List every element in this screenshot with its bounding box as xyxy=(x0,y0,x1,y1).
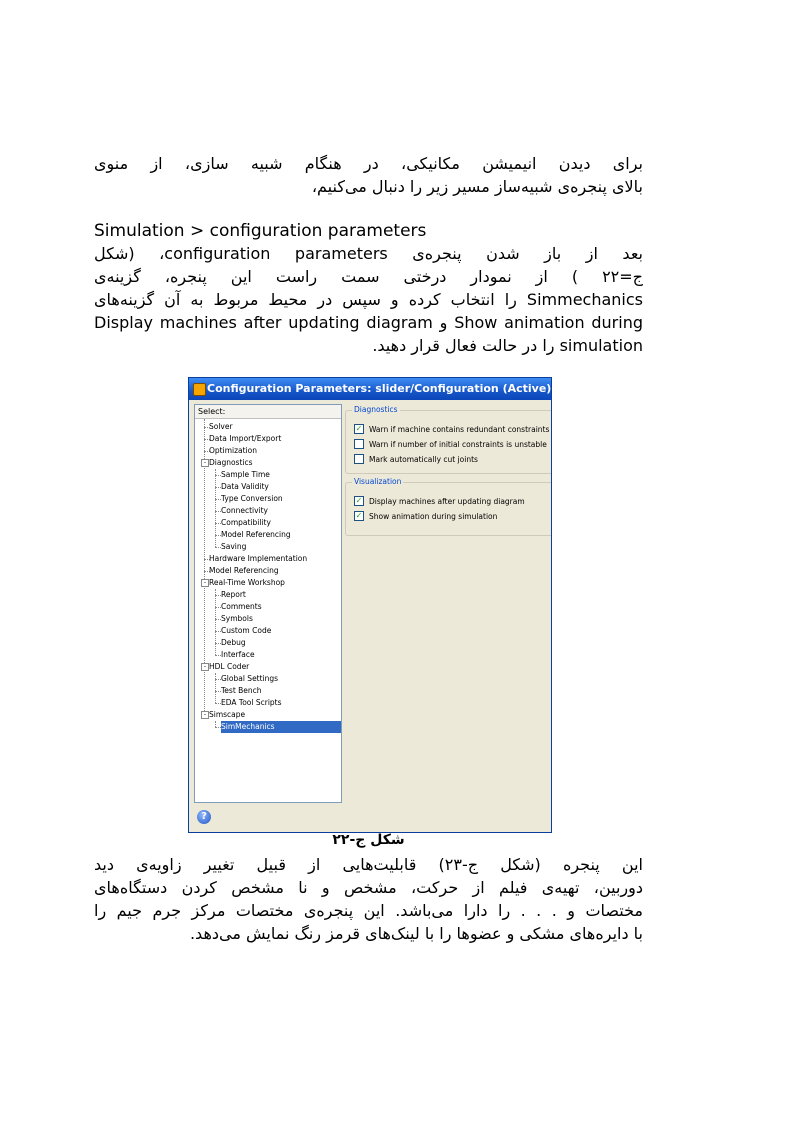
paragraph-line: این پنجره (شکل ج-۲۳) قابلیت‌هایی از قبیل… xyxy=(94,855,643,874)
tree-item-comments[interactable]: Comments xyxy=(221,601,262,613)
tree-item-debug[interactable]: Debug xyxy=(221,637,246,649)
paragraph-line: بعد از باز شدن پنجره‌ی configuration par… xyxy=(94,244,643,263)
tree-item-eda-tool-scripts[interactable]: EDA Tool Scripts xyxy=(221,697,282,709)
tree-item-compatibility[interactable]: Compatibility xyxy=(221,517,271,529)
checkbox-redundant-constraints[interactable]: ✓ Warn if machine contains redundant cons… xyxy=(354,424,549,435)
paragraph-line: با دایره‌های مشکی و عضوها را با لینک‌های… xyxy=(189,924,643,943)
checkbox-display-machines[interactable]: ✓ Display machines after updating diagram xyxy=(354,496,525,507)
tree-item-model-referencing[interactable]: Model Referencing xyxy=(209,565,279,577)
tree-item-test-bench[interactable]: Test Bench xyxy=(221,685,262,697)
paragraph-line: simulation را در حالت فعال قرار دهید. xyxy=(372,336,643,355)
tree-item-interface[interactable]: Interface xyxy=(221,649,255,661)
app-icon xyxy=(193,383,206,396)
visualization-title: Visualization xyxy=(352,477,404,486)
paragraph-line: برای دیدن انیمیشن مکانیکی، در هنگام شبیه… xyxy=(94,154,643,173)
checkbox-show-animation[interactable]: ✓ Show animation during simulation xyxy=(354,511,497,522)
tree-item-global-settings[interactable]: Global Settings xyxy=(221,673,278,685)
tree-item-model-referencing[interactable]: Model Referencing xyxy=(221,529,291,541)
paragraph-line: مختصات و . . . را دارا می‌باشد. این پنجر… xyxy=(94,901,643,920)
window-titlebar[interactable]: Configuration Parameters: slider/Configu… xyxy=(189,378,551,400)
checkbox[interactable] xyxy=(354,439,364,449)
checkbox-label: Warn if machine contains redundant const… xyxy=(369,425,550,434)
intro-paragraph: برای دیدن انیمیشن مکانیکی، در هنگام شبیه… xyxy=(94,152,643,198)
tree-item-hdl-coder[interactable]: HDL Coder xyxy=(209,661,249,673)
checkbox-unstable-constraints[interactable]: Warn if number of initial constraints is… xyxy=(354,439,547,450)
checkbox-label: Warn if number of initial constraints is… xyxy=(369,440,547,449)
figure-caption: شکل ج-۲۲ xyxy=(332,832,405,848)
visualization-group: Visualization ✓ Display machines after up… xyxy=(345,477,551,536)
checkbox[interactable] xyxy=(354,454,364,464)
paragraph-line: بالای پنجره‌ی شبیه‌ساز مسیر زیر را دنبال… xyxy=(311,177,643,196)
tree-item-diagnostics[interactable]: Diagnostics xyxy=(209,457,253,469)
tree-item-connectivity[interactable]: Connectivity xyxy=(221,505,268,517)
collapse-toggle[interactable]: - xyxy=(201,711,209,719)
select-tree-pane: Select: Solver Data Import/Export Optimiza… xyxy=(194,404,342,803)
checkbox[interactable]: ✓ xyxy=(354,496,364,506)
diagnostics-group: Diagnostics ✓ Warn if machine contains re… xyxy=(345,405,551,474)
collapse-toggle[interactable]: - xyxy=(201,459,209,467)
tree-item-report[interactable]: Report xyxy=(221,589,246,601)
paragraph-line: Show animation during و Display machines… xyxy=(94,313,643,332)
checkbox[interactable]: ✓ xyxy=(354,424,364,434)
description-paragraph: این پنجره (شکل ج-۲۳) قابلیت‌هایی از قبیل… xyxy=(94,853,643,945)
tree-item-optimization[interactable]: Optimization xyxy=(209,445,257,457)
diagnostics-title: Diagnostics xyxy=(352,405,400,414)
collapse-toggle[interactable]: - xyxy=(201,579,209,587)
menu-path: Simulation > configuration parameters xyxy=(94,221,427,241)
checkbox-label: Show animation during simulation xyxy=(369,512,498,521)
checkbox-mark-cut-joints[interactable]: Mark automatically cut joints xyxy=(354,454,478,465)
tree-item-custom-code[interactable]: Custom Code xyxy=(221,625,271,637)
checkbox-label: Mark automatically cut joints xyxy=(369,455,478,464)
collapse-toggle[interactable]: - xyxy=(201,663,209,671)
settings-pane: Diagnostics ✓ Warn if machine contains re… xyxy=(343,404,551,824)
config-parameters-window: Configuration Parameters: slider/Configu… xyxy=(188,377,552,833)
checkbox-label: Display machines after updating diagram xyxy=(369,497,525,506)
instruction-paragraph: بعد از باز شدن پنجره‌ی configuration par… xyxy=(94,242,643,357)
paragraph-line: ج=۲۲ ) از نمودار درختی سمت راست این پنجر… xyxy=(94,267,643,286)
tree-item-simscape[interactable]: Simscape xyxy=(209,709,245,721)
tree-item-hardware-implementation[interactable]: Hardware Implementation xyxy=(209,553,307,565)
tree-item-data-import-export[interactable]: Data Import/Export xyxy=(209,433,281,445)
tree-item-real-time-workshop[interactable]: Real-Time Workshop xyxy=(209,577,285,589)
window-title: Configuration Parameters: slider/Configu… xyxy=(207,382,552,395)
tree-item-solver[interactable]: Solver xyxy=(209,421,233,433)
help-icon[interactable]: ? xyxy=(197,810,211,824)
tree-item-saving[interactable]: Saving xyxy=(221,541,246,553)
tree-item-data-validity[interactable]: Data Validity xyxy=(221,481,269,493)
checkbox[interactable]: ✓ xyxy=(354,511,364,521)
tree-item-type-conversion[interactable]: Type Conversion xyxy=(221,493,283,505)
paragraph-line: دوربین، تهیه‌ی فیلم از حرکت، مشخص و نا م… xyxy=(94,878,643,897)
tree-item-symbols[interactable]: Symbols xyxy=(221,613,253,625)
select-label: Select: xyxy=(195,405,341,419)
paragraph-line: Simmechanics را انتخاب کرده و سپس در محی… xyxy=(94,290,643,309)
tree-item-sample-time[interactable]: Sample Time xyxy=(221,469,270,481)
tree-item-simmechanics[interactable]: SimMechanics xyxy=(221,721,341,733)
